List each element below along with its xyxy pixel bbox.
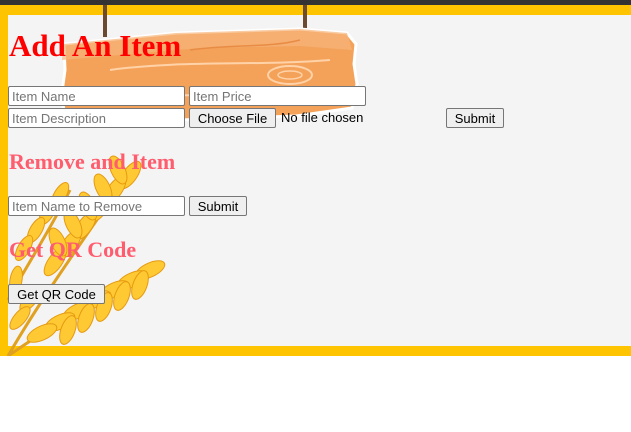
qr-code-heading: Get QR Code [9,237,137,262]
get-qr-code-button[interactable]: Get QR Code [8,284,105,304]
add-submit-button[interactable]: Submit [446,108,504,128]
add-item-heading: Add An Item [9,28,182,63]
remove-item-name-input[interactable] [8,196,185,216]
item-price-input[interactable] [189,86,366,106]
choose-file-button[interactable]: Choose File [189,108,276,128]
item-name-input[interactable] [8,86,185,106]
remove-item-heading: Remove and Item [9,149,176,174]
form-container: Add An Item Choose File No file chosen S… [0,0,631,356]
remove-submit-button[interactable]: Submit [189,196,247,216]
item-description-input[interactable] [8,108,185,128]
file-status-label: No file chosen [281,110,364,125]
